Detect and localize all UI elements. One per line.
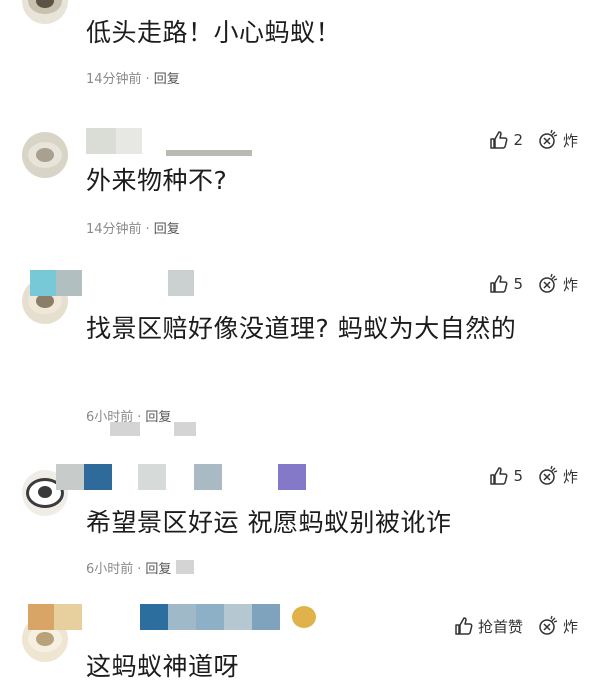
redaction-smear xyxy=(174,422,196,436)
username-redacted xyxy=(56,464,316,490)
like-button[interactable]: 5 xyxy=(489,274,523,294)
like-button[interactable]: 5 xyxy=(489,466,523,486)
redaction-smear xyxy=(110,422,140,436)
bomb-icon xyxy=(539,129,558,149)
bomb-button[interactable]: 炸 xyxy=(537,465,578,487)
username-redacted xyxy=(30,270,200,296)
bomb-button[interactable]: 炸 xyxy=(537,273,578,295)
like-button[interactable]: 2 xyxy=(489,130,523,150)
comment-actions: 抢首赞 炸 xyxy=(454,614,578,638)
thumbs-up-icon xyxy=(490,467,508,485)
bomb-icon xyxy=(539,615,558,635)
bomb-label: 炸 xyxy=(562,617,578,636)
reply-button[interactable]: 回复 xyxy=(154,222,180,237)
avatar[interactable] xyxy=(22,132,68,178)
reply-button[interactable]: 回复 xyxy=(145,562,171,577)
bomb-icon xyxy=(539,273,558,293)
like-count: 5 xyxy=(513,275,523,293)
comment-meta: 14分钟前 · 回复 xyxy=(86,222,180,237)
like-button[interactable]: 抢首赞 xyxy=(454,616,523,637)
bomb-label: 炸 xyxy=(562,467,578,486)
comment-actions: 5 炸 xyxy=(489,272,578,296)
bomb-label: 炸 xyxy=(562,275,578,294)
thumbs-up-icon xyxy=(490,131,508,149)
reply-button[interactable]: 回复 xyxy=(154,72,180,87)
comment-text: 这蚂蚁神道呀 xyxy=(86,652,240,681)
reply-button[interactable]: 回复 xyxy=(145,410,171,425)
comment-text: 找景区赔好像没道理? 蚂蚁为大自然的 xyxy=(86,314,517,343)
bomb-button[interactable]: 炸 xyxy=(537,129,578,151)
comment-text: 外来物种不? xyxy=(86,166,228,195)
bomb-button[interactable]: 炸 xyxy=(537,615,578,637)
comment-actions: 2 炸 xyxy=(489,128,578,152)
comment-actions: 5 炸 xyxy=(489,464,578,488)
comment-time: 14分钟前 xyxy=(86,72,142,87)
bomb-icon xyxy=(539,465,558,485)
like-count: 5 xyxy=(513,467,523,485)
like-count: 2 xyxy=(513,131,523,149)
comment-text: 希望景区好运 祝愿蚂蚁别被讹诈 xyxy=(86,508,452,537)
comment-text: 低头走路！小心蚂蚁！ xyxy=(86,18,342,47)
first-like-label: 抢首赞 xyxy=(477,617,523,636)
comment-meta: 6小时前 · 回复 xyxy=(86,562,172,577)
thumbs-up-icon xyxy=(490,275,508,293)
bomb-label: 炸 xyxy=(562,131,578,150)
username-redacted xyxy=(28,604,328,630)
username-redacted xyxy=(86,128,286,156)
thumbs-up-icon xyxy=(455,617,473,635)
avatar[interactable] xyxy=(22,0,68,24)
redaction-smear xyxy=(176,560,194,574)
comment-time: 6小时前 xyxy=(86,562,134,577)
comment-time: 14分钟前 xyxy=(86,222,142,237)
comment-meta: 14分钟前 · 回复 xyxy=(86,72,180,87)
